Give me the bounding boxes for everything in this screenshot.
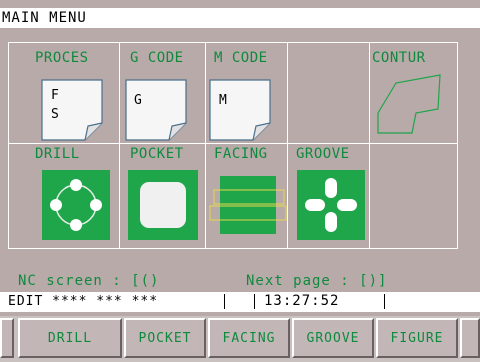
- next-page-status: Next page : [)]: [246, 273, 388, 289]
- menu-label-groove: GROOVE: [296, 146, 350, 162]
- groove-icon: [297, 170, 365, 240]
- softkey-right-arrow[interactable]: [460, 318, 480, 358]
- softkey-figure[interactable]: FIGURE: [376, 318, 458, 358]
- menu-label-facing: FACING: [214, 146, 268, 162]
- softkey-facing[interactable]: FACING: [208, 318, 290, 358]
- softkey-left-arrow[interactable]: [0, 318, 14, 358]
- document-icon: [125, 79, 187, 141]
- menu-item-pocket[interactable]: POCKET: [120, 144, 205, 248]
- menu-item-contur[interactable]: CONTUR: [370, 43, 457, 143]
- doc-line: F: [51, 88, 59, 103]
- mode-indicator: EDIT **** *** ***: [8, 294, 159, 309]
- clock: 13:27:52: [264, 293, 340, 309]
- softkey-bar: DRILL POCKET FACING GROOVE FIGURE: [0, 316, 480, 362]
- nc-screen-status: NC screen : [(): [18, 273, 160, 289]
- menu-item-g-code[interactable]: G CODE G: [120, 43, 205, 143]
- drill-pattern-icon: [42, 170, 110, 240]
- menu-item-empty: [370, 144, 457, 248]
- facing-icon: [209, 176, 287, 234]
- doc-line: S: [51, 107, 59, 122]
- menu-item-m-code[interactable]: M CODE M: [206, 43, 287, 143]
- menu-label-pocket: POCKET: [130, 146, 184, 162]
- main-menu-grid: PROCES F S G CODE G M CODE M CONTUR DRIL…: [8, 42, 458, 249]
- menu-label-m-code: M CODE: [214, 50, 268, 66]
- contour-icon: [377, 74, 441, 134]
- document-icon: [209, 79, 271, 141]
- softkey-groove[interactable]: GROOVE: [292, 318, 374, 358]
- menu-item-proces[interactable]: PROCES F S: [9, 43, 119, 143]
- page-title: MAIN MENU: [2, 10, 87, 26]
- menu-item-groove[interactable]: GROOVE: [288, 144, 369, 248]
- menu-item-drill[interactable]: DRILL: [9, 144, 119, 248]
- softkey-pocket[interactable]: POCKET: [124, 318, 206, 358]
- softkey-drill[interactable]: DRILL: [18, 318, 122, 358]
- info-divider: [384, 294, 385, 309]
- menu-label-g-code: G CODE: [130, 50, 184, 66]
- doc-line: M: [219, 93, 227, 108]
- info-divider: [224, 294, 225, 309]
- title-bar: MAIN MENU: [0, 8, 480, 28]
- menu-item-facing[interactable]: FACING: [206, 144, 287, 248]
- menu-item-empty: [288, 43, 369, 143]
- info-divider: [254, 294, 255, 309]
- pocket-icon: [128, 170, 198, 240]
- menu-label-contur: CONTUR: [372, 50, 426, 66]
- menu-label-drill: DRILL: [35, 146, 80, 162]
- doc-line: G: [134, 93, 142, 108]
- info-bar: EDIT **** *** *** 13:27:52: [0, 292, 480, 312]
- menu-label-proces: PROCES: [35, 50, 89, 66]
